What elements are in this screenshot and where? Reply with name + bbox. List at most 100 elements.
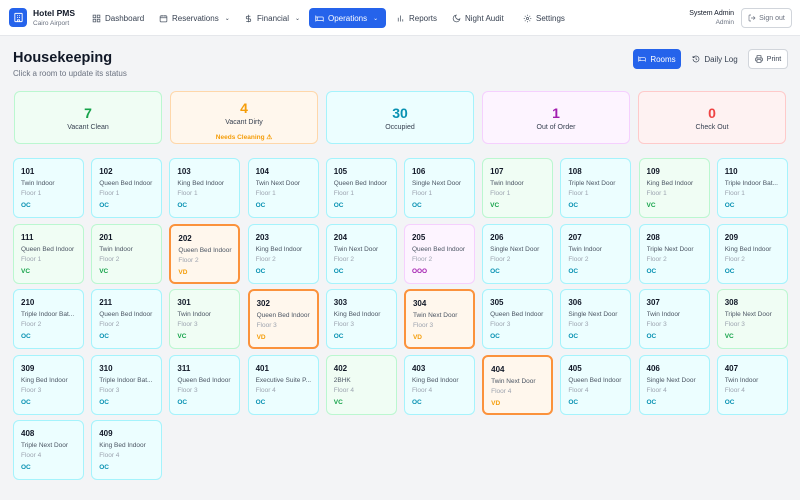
print-button[interactable]: Print xyxy=(748,49,788,69)
room-card-201[interactable]: 201 Twin Indoor Floor 2 VC xyxy=(91,223,163,284)
room-type: Queen Bed Indoor xyxy=(21,245,75,253)
room-card-107[interactable]: 107 Twin Indoor Floor 1 VC xyxy=(482,158,554,218)
room-card-207[interactable]: 207 Twin Indoor Floor 2 OC xyxy=(560,223,632,284)
room-card-405[interactable]: 405 Queen Bed Indoor Floor 4 OC xyxy=(560,354,632,415)
stat-card-occupied[interactable]: 30 Occupied xyxy=(326,91,474,144)
nav-operations[interactable]: Operations ⌄ xyxy=(309,8,386,28)
room-status-badge: VC xyxy=(333,398,343,406)
daily-log-button[interactable]: Daily Log xyxy=(686,49,744,69)
room-card-105[interactable]: 105 Queen Bed Indoor Floor 1 OC xyxy=(325,158,397,218)
stat-card-out-of-order[interactable]: 1 Out of Order xyxy=(482,91,630,144)
room-card-202[interactable]: 202 Queen Bed Indoor Floor 2 VD xyxy=(169,223,241,284)
nav-reservations[interactable]: Reservations ⌄ xyxy=(153,8,236,28)
room-card-208[interactable]: 208 Triple Next Door Floor 2 OC xyxy=(638,223,710,284)
room-card-108[interactable]: 108 Triple Next Door Floor 1 OC xyxy=(560,158,632,218)
room-floor: Floor 3 xyxy=(177,321,198,328)
sign-out-button[interactable]: Sign out xyxy=(741,8,792,28)
room-card-210[interactable]: 210 Triple Indoor Bat... Floor 2 OC xyxy=(13,289,84,349)
room-status-badge: VC xyxy=(724,333,734,340)
nav-settings[interactable]: Settings xyxy=(517,8,571,28)
room-floor: Floor 2 xyxy=(411,255,433,263)
room-card-206[interactable]: 206 Single Next Door Floor 2 OC xyxy=(482,223,554,284)
room-card-106[interactable]: 106 Single Next Door Floor 1 OC xyxy=(403,158,475,218)
room-card-305[interactable]: 305 Queen Bed Indoor Floor 3 OC xyxy=(482,289,554,349)
room-status-badge: OC xyxy=(21,464,31,471)
room-card-303[interactable]: 303 King Bed Indoor Floor 3 OC xyxy=(325,289,397,349)
room-status-badge: OC xyxy=(333,202,344,209)
room-card-209[interactable]: 209 King Bed Indoor Floor 2 OC xyxy=(716,223,788,284)
room-floor: Floor 1 xyxy=(490,190,511,197)
room-card-409[interactable]: 409 King Bed Indoor Floor 4 OC xyxy=(91,420,163,480)
stat-value: 7 xyxy=(84,105,92,121)
nav-operations-label: Operations xyxy=(328,13,368,23)
room-card-404[interactable]: 404 Twin Next Door Floor 4 VD xyxy=(482,354,554,415)
room-card-101[interactable]: 101 Twin Indoor Floor 1 OC xyxy=(13,158,84,218)
room-floor: Floor 3 xyxy=(490,321,511,328)
chevron-down-icon: ⌄ xyxy=(373,15,379,22)
room-card-402[interactable]: 402 2BHK Floor 4 VC xyxy=(325,354,397,415)
nav-dashboard[interactable]: Dashboard xyxy=(86,8,150,28)
stat-card-check-out[interactable]: 0 Check Out xyxy=(638,91,786,144)
nav-night-audit[interactable]: Night Audit xyxy=(446,8,510,28)
stat-label: Vacant Dirty xyxy=(225,119,263,126)
nav-financial[interactable]: Financial ⌄ xyxy=(238,8,306,28)
bed-icon xyxy=(315,15,324,21)
room-card-104[interactable]: 104 Twin Next Door Floor 1 OC xyxy=(247,158,319,218)
room-status-badge: VD xyxy=(412,334,422,341)
room-card-310[interactable]: 310 Triple Indoor Bat... Floor 3 OC xyxy=(91,354,163,415)
stat-label: Check Out xyxy=(695,124,729,131)
room-card-302[interactable]: 302 Queen Bed Indoor Floor 3 VD xyxy=(247,289,319,349)
room-card-304[interactable]: 304 Twin Next Door Floor 3 VD xyxy=(403,289,475,349)
room-floor: Floor 2 xyxy=(178,256,199,264)
stat-card-vacant-dirty[interactable]: 4 Vacant Dirty Needs Cleaning ⚠ xyxy=(170,91,318,144)
room-floor: Floor 4 xyxy=(646,386,667,394)
room-type: Twin Next Door xyxy=(412,312,458,319)
room-floor: Floor 3 xyxy=(568,321,589,328)
room-floor: Floor 2 xyxy=(255,255,276,263)
room-number: 403 xyxy=(411,363,426,373)
room-number: 102 xyxy=(99,167,113,176)
room-number: 308 xyxy=(724,298,739,307)
room-card-204[interactable]: 204 Twin Next Door Floor 2 OC xyxy=(325,223,397,284)
room-type: Triple Indoor Bat... xyxy=(99,376,153,384)
rooms-view-button[interactable]: Rooms xyxy=(633,49,681,69)
calendar-icon xyxy=(159,14,168,22)
room-card-406[interactable]: 406 Single Next Door Floor 4 OC xyxy=(638,354,710,415)
room-card-311[interactable]: 311 Queen Bed Indoor Floor 3 OC xyxy=(169,354,241,415)
room-card-211[interactable]: 211 Queen Bed Indoor Floor 2 OC xyxy=(91,289,163,349)
stat-value: 30 xyxy=(392,105,408,121)
room-card-408[interactable]: 408 Triple Next Door Floor 4 OC xyxy=(13,420,84,480)
room-floor: Floor 3 xyxy=(99,386,120,394)
room-card-102[interactable]: 102 Queen Bed Indoor Floor 1 OC xyxy=(91,158,163,218)
room-card-205[interactable]: 205 Queen Bed Indoor Floor 2 OOO xyxy=(403,223,475,284)
hotel-logo-icon[interactable] xyxy=(9,8,27,27)
room-card-306[interactable]: 306 Single Next Door Floor 3 OC xyxy=(560,289,632,349)
room-number: 407 xyxy=(724,363,739,373)
room-floor: Floor 2 xyxy=(724,255,745,263)
room-type: Twin Indoor xyxy=(99,245,133,253)
room-number: 304 xyxy=(412,299,427,308)
stat-card-vacant-clean[interactable]: 7 Vacant Clean xyxy=(14,91,162,144)
room-card-407[interactable]: 407 Twin Indoor Floor 4 OC xyxy=(716,354,788,415)
room-card-307[interactable]: 307 Twin Indoor Floor 3 OC xyxy=(638,289,710,349)
room-card-110[interactable]: 110 Triple Indoor Bat... Floor 1 OC xyxy=(716,158,788,218)
room-card-309[interactable]: 309 King Bed Indoor Floor 3 OC xyxy=(13,354,84,415)
room-card-401[interactable]: 401 Executive Suite P... Floor 4 OC xyxy=(247,354,319,415)
room-status-badge: OOO xyxy=(411,267,428,275)
room-card-308[interactable]: 308 Triple Next Door Floor 3 VC xyxy=(716,289,788,349)
room-card-203[interactable]: 203 King Bed Indoor Floor 2 OC xyxy=(247,223,319,284)
room-status-badge: VC xyxy=(21,267,31,275)
room-status-badge: OC xyxy=(568,267,579,275)
room-card-301[interactable]: 301 Twin Indoor Floor 3 VC xyxy=(169,289,241,349)
history-icon xyxy=(692,55,700,63)
room-type: Queen Bed Indoor xyxy=(411,245,466,253)
room-status-badge: OC xyxy=(724,202,735,209)
room-card-111[interactable]: 111 Queen Bed Indoor Floor 1 VC xyxy=(13,223,84,284)
room-card-403[interactable]: 403 King Bed Indoor Floor 4 OC xyxy=(403,354,475,415)
room-status-badge: VC xyxy=(490,202,500,209)
room-number: 203 xyxy=(255,232,269,242)
room-card-103[interactable]: 103 King Bed Indoor Floor 1 OC xyxy=(169,158,241,218)
room-card-109[interactable]: 109 King Bed Indoor Floor 1 VC xyxy=(638,158,710,218)
nav-reports[interactable]: Reports xyxy=(390,8,443,28)
room-number: 110 xyxy=(724,167,738,176)
